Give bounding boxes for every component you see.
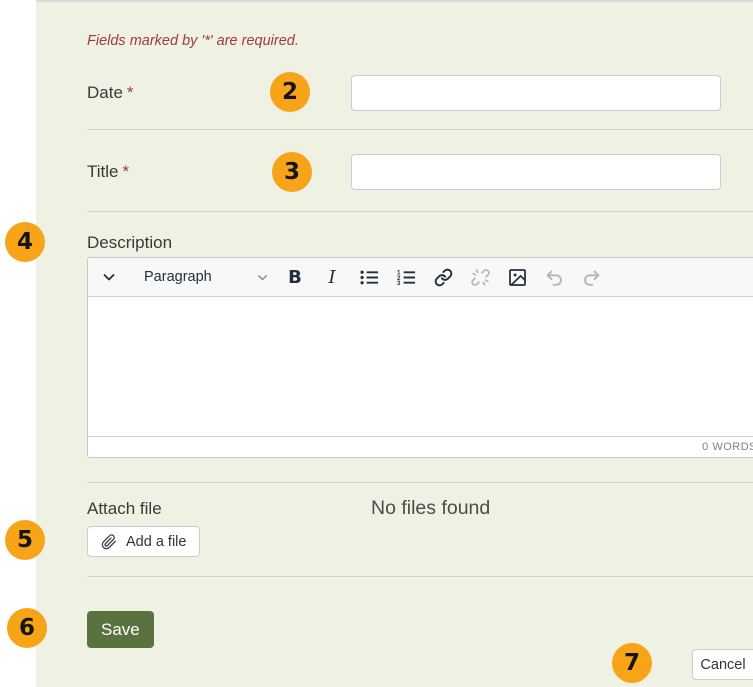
insert-link-button[interactable] [429,263,457,291]
unlink-icon [471,268,490,287]
remove-link-button[interactable] [466,263,494,291]
attach-file-label: Attach file [87,499,162,519]
required-fields-note: Fields marked by '*' are required. [87,33,299,49]
add-a-file-label: Add a file [126,534,186,550]
step-badge-2: 2 [270,72,310,112]
row-divider [87,129,753,130]
editor-content-area[interactable] [88,297,753,436]
cancel-label: Cancel [700,657,745,673]
undo-button[interactable] [540,263,568,291]
paperclip-icon [101,534,117,550]
description-label: Description [87,233,172,253]
form-page: Fields marked by '*' are required. Date*… [0,0,753,687]
svg-text:3: 3 [397,280,401,286]
chevron-down-icon [256,271,269,284]
bullet-list-icon [360,269,379,286]
date-label-text: Date [87,83,123,102]
bold-icon: B [288,267,302,288]
numbered-list-icon: 123 [397,269,416,286]
required-asterisk: * [123,162,130,181]
paragraph-format-dropdown[interactable]: Paragraph [144,263,269,291]
title-field-row: Title* [87,154,753,190]
title-input[interactable] [351,154,721,190]
editor-statusbar: 0 WORDS [88,436,753,457]
row-divider [87,211,753,212]
row-divider [87,482,753,483]
italic-button[interactable]: I [318,263,346,291]
insert-image-button[interactable] [503,263,531,291]
form-panel: Fields marked by '*' are required. Date*… [36,0,753,687]
step-badge-5: 5 [5,520,45,560]
step-badge-4: 4 [5,222,45,262]
italic-icon: I [328,267,335,288]
no-files-found-text: No files found [371,497,490,520]
editor-toolbar: Paragraph B I 123 [88,258,753,297]
date-field-row: Date* i [87,75,753,111]
add-a-file-button[interactable]: Add a file [87,526,200,557]
date-label: Date* [87,83,351,103]
title-label-text: Title [87,162,119,181]
redo-icon [581,268,602,287]
required-asterisk: * [127,83,134,102]
cancel-button[interactable]: Cancel [692,649,753,680]
step-badge-3: 3 [272,152,312,192]
save-button[interactable]: Save [87,611,154,648]
word-count: 0 WORDS [702,441,753,453]
step-badge-7: 7 [612,643,652,683]
redo-button[interactable] [577,263,605,291]
link-icon [434,268,453,287]
bullet-list-button[interactable] [355,263,383,291]
bold-button[interactable]: B [281,263,309,291]
row-divider [87,576,753,577]
image-icon [508,268,527,287]
step-badge-6: 6 [7,608,47,648]
paragraph-format-label: Paragraph [144,269,212,285]
date-input[interactable] [351,75,721,111]
more-tools-chevron-icon[interactable] [95,263,123,291]
rich-text-editor: Paragraph B I 123 [87,257,753,458]
numbered-list-button[interactable]: 123 [392,263,420,291]
undo-icon [544,268,565,287]
